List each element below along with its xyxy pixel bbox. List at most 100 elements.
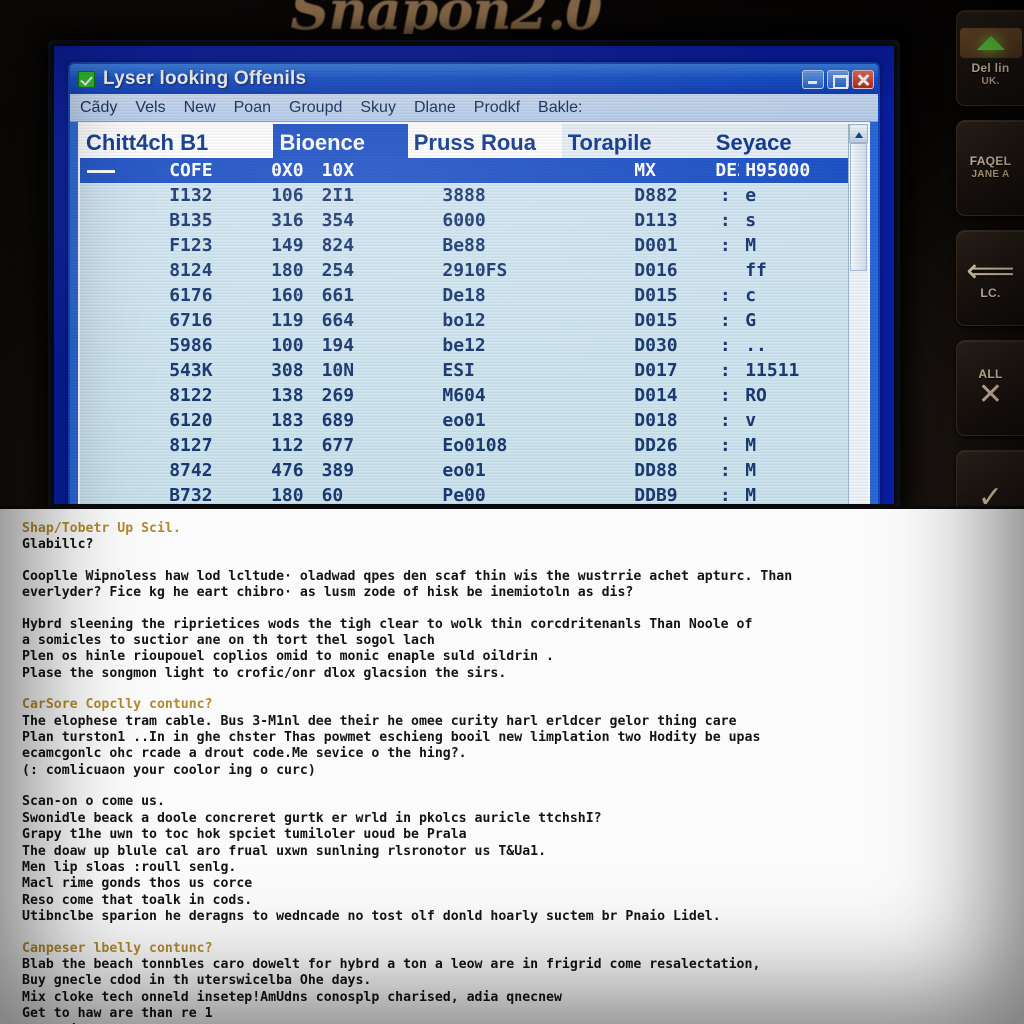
text-line: a somicles to suctior ane on th tort the…: [22, 633, 435, 649]
vertical-scrollbar[interactable]: [848, 124, 868, 504]
page-button-label-1: FAQEL: [969, 154, 1012, 169]
cell-c1: COFE: [169, 160, 213, 181]
table-row[interactable]: I132 106 2I1 3888 D882: e: [80, 183, 848, 208]
table-cell-5: DDB9: [634, 485, 678, 504]
table-row[interactable]: B732 180 60 Pe00 DDB9: M: [80, 483, 848, 504]
text-block: Canpeser lbelly contunc? Blab the beach t…: [22, 941, 1002, 1024]
scrollbar-thumb[interactable]: [850, 143, 867, 271]
hardware-button-column: Del lin UK. FAQEL JANE A ⟸ LC. ALL ✕ ✓: [950, 4, 1024, 546]
table-cell-7: G: [745, 310, 757, 331]
back-button[interactable]: ⟸ LC.: [956, 230, 1024, 326]
table-row-selected[interactable]: COFE 0X0 10X MX DE2 H95000: [80, 158, 848, 183]
table-cell-3: 254: [321, 260, 355, 281]
brand-logo-text: Snapon2.0: [290, 0, 602, 34]
minimize-icon[interactable]: [802, 69, 824, 89]
table-cell-7: RO: [745, 385, 767, 406]
text-block: CarSore Copclly contunc? The elophese tra…: [22, 697, 1002, 779]
table-row[interactable]: 6176 160 661 De18 D015: c: [80, 283, 848, 308]
back-button-label-1: LC.: [980, 285, 1001, 300]
menu-item-6[interactable]: Dlane: [414, 99, 456, 117]
table-cell-7: M: [745, 435, 757, 456]
maximize-icon[interactable]: [827, 69, 849, 89]
table-cell-5: D017: [634, 360, 678, 381]
window-titlebar[interactable]: Lyser looking Offenils: [70, 64, 878, 94]
table-cell-1: 6716: [169, 310, 213, 331]
table-cell-5: DD26: [634, 435, 678, 456]
table-cell-1: 543K: [169, 360, 213, 381]
menu-item-7[interactable]: Prodkf: [474, 99, 520, 117]
table-cell-4: 3888: [442, 185, 486, 206]
table-cell-7: M: [745, 460, 757, 481]
table-row[interactable]: 8127 112 677 Eo0108 DD26: M: [80, 433, 848, 458]
column-header-4[interactable]: Seyace: [710, 130, 848, 158]
table-cell-7: v: [745, 410, 757, 431]
table-cell-7: M: [745, 235, 757, 256]
table-row[interactable]: B135 316 354 6000 D113: s: [80, 208, 848, 233]
table-cell-5: D015: [634, 285, 678, 306]
table-cell-7: ..: [745, 335, 767, 356]
close-icon[interactable]: [852, 69, 874, 89]
scroll-up-arrow-icon[interactable]: [849, 124, 868, 143]
table-row[interactable]: 6120 183 689 eo01 D018: v: [80, 408, 848, 433]
display-screen: Lyser looking Offenils Cãdy Vels New Poa…: [48, 40, 900, 510]
table-cell-5: D882: [634, 185, 678, 206]
text-line: Utibnclbe sparion he deragns to wedncade…: [22, 909, 721, 925]
table-row[interactable]: 8124 180 254 2910FS D016 ff: [80, 258, 848, 283]
menu-item-0[interactable]: Cãdy: [80, 99, 117, 117]
table-cell-5: D030: [634, 335, 678, 356]
menu-item-1[interactable]: Vels: [135, 99, 165, 117]
table-cell-2: 149: [271, 235, 304, 256]
column-header-0[interactable]: Chitt4ch B1: [80, 124, 274, 158]
column-header-1[interactable]: Bioence: [273, 124, 408, 158]
table-row[interactable]: 8742 476 389 eo01 DD88: M: [80, 458, 848, 483]
table-cell-5: D113: [634, 210, 678, 231]
scrollbar-track[interactable]: [849, 143, 868, 504]
table-cell-2: 160: [271, 285, 304, 306]
column-header-2[interactable]: Pruss Roua: [407, 124, 562, 158]
text-block: Hybrd sleening the riprietices wods the …: [22, 617, 1002, 683]
table-row[interactable]: 6716 119 664 bo12 D015: G: [80, 308, 848, 333]
table-cell-6: :: [719, 185, 731, 206]
lamp-button-label-1: Del lin: [971, 61, 1010, 76]
table-cell-3: 664: [321, 310, 355, 331]
cell-c6: DE2: [715, 160, 739, 181]
cell-c7: H95000: [745, 160, 811, 181]
table-cell-7: 11511: [745, 360, 800, 381]
text-line: Mix cloke tech onneld insetep!AmUdns con…: [22, 989, 562, 1005]
text-line: Plase the songmon light to crofic/onr dl…: [22, 665, 507, 681]
menu-item-8[interactable]: Bakle:: [538, 99, 582, 117]
table-row[interactable]: 8122 138 269 M604 D014: RO: [80, 383, 848, 408]
lamp-button[interactable]: Del lin UK.: [956, 10, 1024, 106]
table-cell-2: 316: [271, 210, 304, 231]
text-line: Glabillc?: [22, 537, 94, 553]
text-line: Macl rime gonds thos us corce: [22, 876, 253, 892]
green-checkbox-icon[interactable]: [78, 70, 95, 88]
table-row[interactable]: 543K 308 10N ESI D017:11511: [80, 358, 848, 383]
menu-item-3[interactable]: Poan: [234, 99, 271, 117]
table-cell-2: 106: [271, 185, 304, 206]
table-cell-4: Eo0108: [442, 435, 508, 456]
text-line: Blab the beach tonnbles caro dowelt for …: [22, 956, 761, 972]
window-controls: [802, 69, 874, 89]
menu-item-4[interactable]: Groupd: [289, 99, 342, 117]
page-button[interactable]: FAQEL JANE A: [956, 120, 1024, 216]
text-block: Scan-on o come us. Swonidle beack a doole…: [22, 794, 1002, 925]
cell-c3: 10X: [321, 160, 355, 181]
menu-item-5[interactable]: Skuy: [360, 99, 396, 117]
column-header-3[interactable]: Torapile: [562, 130, 710, 158]
text-line: everlyder? Fice kg he eart chibro· as lu…: [22, 585, 634, 601]
menu-item-2[interactable]: New: [184, 99, 216, 117]
table-cell-4: bo12: [442, 310, 486, 331]
table-row[interactable]: 5986 100 194 be12 D030:..: [80, 333, 848, 358]
table-cell-2: 308: [271, 360, 304, 381]
back-arrow-icon: ⟸: [966, 251, 1015, 290]
table-cell-6: :: [719, 385, 731, 406]
table-cell-2: 138: [271, 385, 304, 406]
table-row[interactable]: F123 149 824 Be88 D001: M: [80, 233, 848, 258]
table-cell-6: :: [719, 210, 731, 231]
table-cell-1: B732: [169, 485, 213, 504]
clear-all-button[interactable]: ALL ✕: [956, 340, 1024, 436]
